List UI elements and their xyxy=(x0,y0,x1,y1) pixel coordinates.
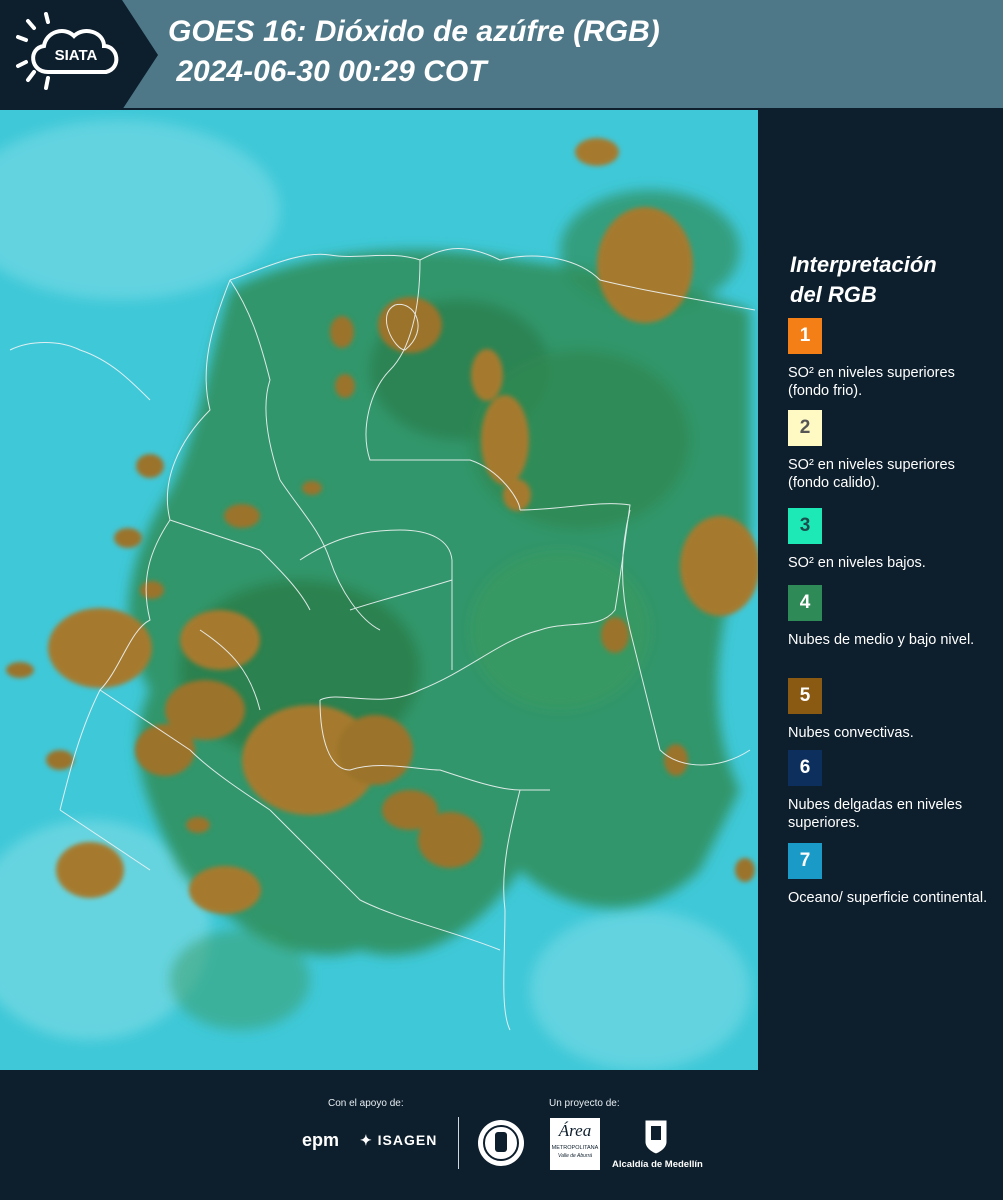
legend-label: SO² en niveles superiores (fondo calido)… xyxy=(788,457,955,491)
header: SIATA GOES 16: Dióxido de azúfre (RGB) 2… xyxy=(0,0,1003,110)
legend-label: Nubes convectivas. xyxy=(788,725,914,741)
seal-logo xyxy=(478,1120,524,1166)
legend-swatch: 4 xyxy=(788,585,822,621)
legend-swatch: 1 xyxy=(788,318,822,354)
legend-label: Oceano/ superficie continental. xyxy=(788,890,988,906)
support-label: Con el apoyo de: xyxy=(328,1098,404,1109)
legend-label: SO² en niveles bajos. xyxy=(788,555,926,571)
legend-swatch: 5 xyxy=(788,678,822,714)
alcaldia-shield-icon xyxy=(644,1119,668,1155)
project-label: Un proyecto de: xyxy=(549,1098,620,1109)
legend-label: Nubes delgadas en niveles superiores. xyxy=(788,797,963,831)
legend-label: SO² en niveles superiores (fondo frio). xyxy=(788,365,955,399)
legend-swatch: 3 xyxy=(788,508,822,544)
legend-swatch: 2 xyxy=(788,410,822,446)
legend-item-4: 4 Nubes de medio y bajo nivel. xyxy=(788,585,993,649)
timestamp: 2024-06-30 00:29 COT xyxy=(176,55,487,88)
footer-divider xyxy=(458,1117,459,1169)
siata-logo: SIATA xyxy=(0,0,158,110)
isagen-logo: ✦ ISAGEN xyxy=(360,1132,438,1148)
legend-item-5: 5 Nubes convectivas. xyxy=(788,678,993,742)
legend-item-6: 6 Nubes delgadas en niveles superiores. xyxy=(788,750,993,832)
page-title: GOES 16: Dióxido de azúfre (RGB) 2024-06… xyxy=(168,15,660,88)
epm-logo: epm xyxy=(302,1130,340,1150)
svg-text:SIATA: SIATA xyxy=(55,47,98,64)
satellite-map xyxy=(0,110,758,1070)
legend: Interpretación del RGB 1 SO² en niveles s… xyxy=(760,110,1003,1070)
legend-swatch: 7 xyxy=(788,843,822,879)
alcaldia-label: Alcaldía de Medellín xyxy=(612,1159,703,1170)
legend-item-7: 7 Oceano/ superficie continental. xyxy=(788,843,993,907)
legend-swatch: 6 xyxy=(788,750,822,786)
isagen-icon: ✦ xyxy=(360,1132,373,1148)
area-metropolitana-logo: Área METROPOLITANA Valle de Aburrá xyxy=(550,1118,600,1170)
legend-label: Nubes de medio y bajo nivel. xyxy=(788,632,975,648)
legend-item-3: 3 SO² en niveles bajos. xyxy=(788,508,993,572)
legend-item-2: 2 SO² en niveles superiores (fondo calido… xyxy=(788,410,993,492)
footer: Con el apoyo de: Un proyecto de: epm ✦ I… xyxy=(0,1070,1003,1200)
legend-item-1: 1 SO² en niveles superiores (fondo frio). xyxy=(788,318,993,400)
legend-title: Interpretación del RGB xyxy=(790,252,937,307)
